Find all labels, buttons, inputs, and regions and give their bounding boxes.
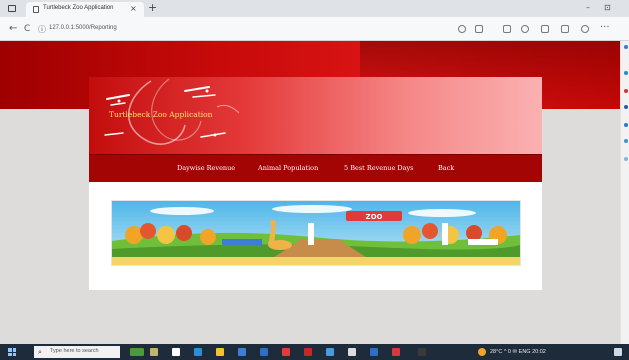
main-menu: Daywise Revenue Animal Population 5 Best… (89, 154, 542, 182)
menu-back[interactable]: Back (438, 164, 454, 172)
terminal-icon[interactable] (418, 348, 426, 356)
tab-favicon (33, 6, 39, 13)
file-explorer-icon[interactable] (216, 348, 224, 356)
collections-icon[interactable] (541, 25, 549, 33)
read-aloud-icon[interactable] (458, 25, 466, 33)
app-red-icon[interactable] (304, 348, 312, 356)
minimize-button[interactable]: – (586, 3, 590, 13)
extensions-icon[interactable] (503, 25, 511, 33)
edge-sidebar (620, 41, 629, 344)
window-icon[interactable] (8, 5, 16, 12)
browser-tab-bar: Turtlebeck Zoo Application × + – ⊡ (0, 0, 629, 17)
back-arrow-icon[interactable]: ← (9, 23, 17, 35)
sidebar-tools-icon[interactable] (624, 89, 628, 93)
star-icon[interactable] (475, 25, 483, 33)
app-title: Turtlebeck Zoo Application (109, 110, 213, 119)
mail-icon[interactable] (260, 348, 268, 356)
tab-close-icon[interactable]: × (130, 4, 137, 14)
address-bar: ← C ⓘ 127.0.0.1:5000/Reporting ··· (0, 17, 629, 41)
windows-start-icon[interactable] (8, 348, 16, 356)
taskbar-search[interactable]: ⌕ Type here to search (34, 346, 120, 358)
zoo-sign: ZOO (366, 213, 383, 221)
menu-best-revenue-days[interactable]: 5 Best Revenue Days (344, 164, 413, 172)
search-icon: ⌕ (38, 348, 42, 356)
store-icon[interactable] (238, 348, 246, 356)
tab-title: Turtlebeck Zoo Application (43, 5, 114, 11)
taskbar-widget-icon[interactable] (130, 348, 144, 356)
task-view-icon[interactable] (172, 348, 180, 356)
site-header: Turtlebeck Zoo Application (89, 77, 542, 154)
browser-tab[interactable]: Turtlebeck Zoo Application × (26, 2, 144, 17)
edge-taskbar-icon[interactable] (194, 348, 202, 356)
url-field[interactable]: 127.0.0.1:5000/Reporting (49, 25, 117, 31)
zoo-illustration: ZOO (112, 201, 520, 265)
menu-daywise-revenue[interactable]: Daywise Revenue (177, 164, 235, 172)
site-content: ZOO (89, 182, 542, 290)
zoo-banner-frame: ZOO (111, 200, 521, 266)
maximize-button[interactable]: ⊡ (604, 3, 611, 13)
refresh-icon[interactable]: C (24, 23, 30, 35)
app-blue-icon[interactable] (326, 348, 334, 356)
app-grey-icon[interactable] (348, 348, 356, 356)
windows-taskbar: ⌕ Type here to search 28°C ^ 0 ✉ ENG 20:… (0, 344, 629, 360)
chrome-icon[interactable] (282, 348, 290, 356)
more-icon[interactable]: ··· (600, 22, 610, 34)
sidebar-outlook-icon[interactable] (624, 139, 628, 143)
weather-icon[interactable] (478, 348, 486, 356)
profile-icon[interactable] (581, 25, 589, 33)
sidebar-games-icon[interactable] (624, 105, 628, 109)
search-placeholder: Type here to search (50, 348, 99, 354)
powerpoint-icon[interactable] (392, 348, 400, 356)
taskbar-app-icon[interactable] (150, 348, 158, 356)
sidebar-search-icon[interactable] (624, 45, 628, 49)
sidebar-office-icon[interactable] (624, 123, 628, 127)
sidebar-add-icon[interactable] (624, 157, 628, 161)
new-tab-button[interactable]: + (148, 2, 157, 14)
menu-animal-population[interactable]: Animal Population (258, 164, 318, 172)
sidebar-shopping-icon[interactable] (624, 71, 628, 75)
system-tray: 28°C ^ 0 ✉ ENG 20:02 (490, 349, 546, 355)
zoo-site: Turtlebeck Zoo Application Daywise Reven… (89, 77, 542, 290)
word-icon[interactable] (370, 348, 378, 356)
favorites-icon[interactable] (561, 25, 569, 33)
notification-icon[interactable] (614, 348, 622, 356)
info-icon: ⓘ (38, 25, 46, 34)
refresh-extension-icon[interactable] (521, 25, 529, 33)
